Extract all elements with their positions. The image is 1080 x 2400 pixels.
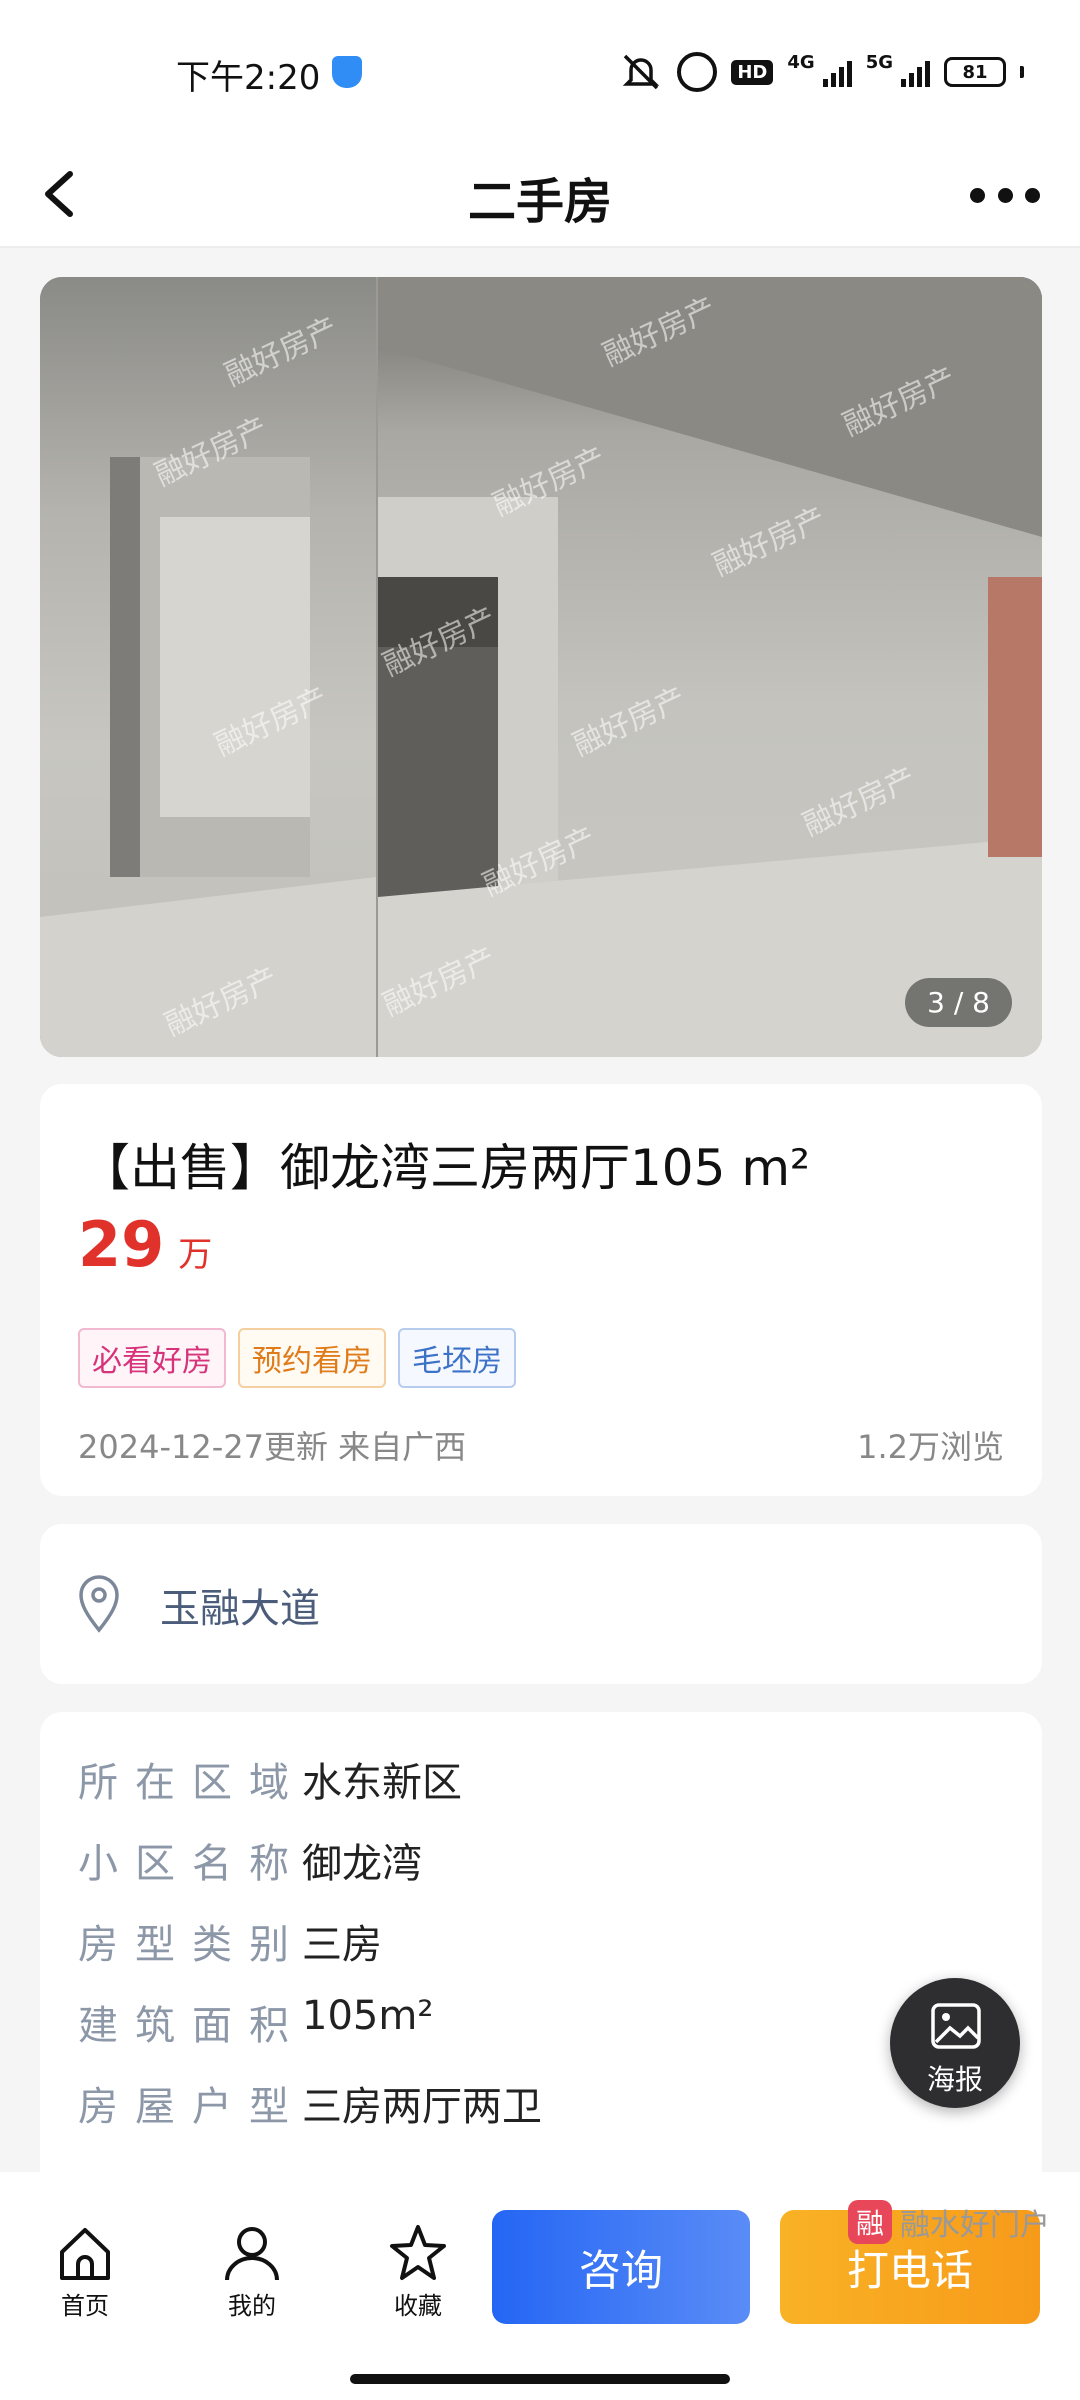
home-indicator[interactable] xyxy=(350,2374,730,2384)
brand-logo: 融 xyxy=(848,2200,892,2244)
consult-button[interactable]: 咨询 xyxy=(492,2210,750,2324)
tag-unfinished: 毛坯房 xyxy=(398,1328,516,1388)
tag-appointment: 预约看房 xyxy=(238,1328,386,1388)
price: 29 万 xyxy=(78,1208,212,1281)
star-icon xyxy=(390,2225,446,2280)
update-info: 2024-12-27更新 来自广西 xyxy=(78,1428,467,1466)
detail-value: 水东新区 xyxy=(302,1760,462,1806)
signal-bars-icon xyxy=(822,57,852,87)
detail-row: 房型类别 三房 xyxy=(78,1912,382,1970)
user-icon xyxy=(225,2227,279,2281)
listing-photo-left[interactable]: 融好房产 融好房产 融好房产 融好房产 xyxy=(40,277,376,1057)
detail-label: 房型类别 xyxy=(78,1922,306,1968)
page-title: 二手房 xyxy=(467,174,612,230)
location-address: 玉融大道 xyxy=(160,1586,320,1632)
detail-label: 房屋户型 xyxy=(78,2084,306,2130)
tab-mine-label: 我的 xyxy=(228,2292,276,2320)
location-pin-icon xyxy=(79,1575,119,1633)
tab-favorite[interactable]: 收藏 xyxy=(363,2222,473,2321)
detail-value: 三房两厅两卫 xyxy=(302,2084,542,2130)
listing-photo-right[interactable]: 融好房产 融好房产 融好房产 融好房产 融好房产 融好房产 融好房产 融好房产 … xyxy=(378,277,1042,1057)
detail-label: 所在区域 xyxy=(78,1760,306,1806)
photo-gallery[interactable]: 融好房产 融好房产 融好房产 融好房产 融好房产 融好房产 融好房产 融好房产 … xyxy=(40,277,1042,1057)
poster-button[interactable]: 海报 xyxy=(890,1978,1020,2108)
room-illustration-left xyxy=(40,457,376,1057)
status-icons: HD 4G 5G 81 xyxy=(619,52,1024,92)
price-unit: 万 xyxy=(178,1235,213,1275)
tab-home[interactable]: 首页 xyxy=(30,2222,140,2321)
home-icon xyxy=(60,2228,110,2280)
detail-label: 建筑面积 xyxy=(78,2003,306,2049)
tab-favorite-label: 收藏 xyxy=(394,2292,442,2320)
details-card: 所在区域 水东新区 小区名称 御龙湾 房型类别 三房 建筑面积 105m² 房屋… xyxy=(40,1712,1042,2212)
listing-title: 【出售】御龙湾三房两厅105 m² xyxy=(80,1139,811,1197)
hd-icon: HD xyxy=(731,59,774,85)
nav-bar: 二手房 xyxy=(0,140,1080,248)
brand-name: 融水好门户 xyxy=(900,2208,1050,2243)
image-icon xyxy=(931,2003,981,2049)
status-time: 下午2:20 xyxy=(176,58,321,98)
tab-home-label: 首页 xyxy=(61,2292,109,2320)
battery-icon: 81 xyxy=(944,57,1006,87)
price-value: 29 xyxy=(78,1208,165,1281)
alarm-icon xyxy=(677,52,718,92)
battery-tip xyxy=(1020,66,1024,78)
listing-info-card: 【出售】御龙湾三房两厅105 m² 29 万 必看好房 预约看房 毛坯房 2024… xyxy=(40,1084,1042,1496)
detail-value: 御龙湾 xyxy=(302,1841,422,1887)
tag-list: 必看好房 预约看房 毛坯房 xyxy=(78,1328,516,1388)
status-bar: 下午2:20 HD 4G 5G 81 xyxy=(0,0,1080,140)
more-icon[interactable] xyxy=(970,170,1040,220)
tag-must-see: 必看好房 xyxy=(78,1328,226,1388)
detail-row: 房屋户型 三房两厅两卫 xyxy=(78,2074,542,2132)
location-card[interactable]: 玉融大道 xyxy=(40,1524,1042,1684)
mute-bell-icon xyxy=(623,54,660,90)
detail-row: 建筑面积 105m² xyxy=(78,1993,433,2051)
detail-row: 小区名称 御龙湾 xyxy=(78,1831,422,1889)
signal-bars-icon xyxy=(901,57,930,87)
photo-counter: 3 / 8 xyxy=(905,978,1012,1027)
view-count: 1.2万浏览 xyxy=(857,1428,1004,1466)
detail-label: 小区名称 xyxy=(78,1841,306,1887)
network-5g-label: 5G xyxy=(865,52,893,73)
poster-label: 海报 xyxy=(926,2063,983,2096)
detail-value: 105m² xyxy=(302,1993,434,2039)
tab-mine[interactable]: 我的 xyxy=(197,2222,307,2321)
detail-row: 所在区域 水东新区 xyxy=(78,1750,462,1808)
detail-value: 三房 xyxy=(302,1922,382,1968)
network-4g-label: 4G xyxy=(787,52,815,73)
shield-icon xyxy=(332,56,362,88)
brand-watermark: 融 融水好门户 xyxy=(848,2200,1050,2244)
